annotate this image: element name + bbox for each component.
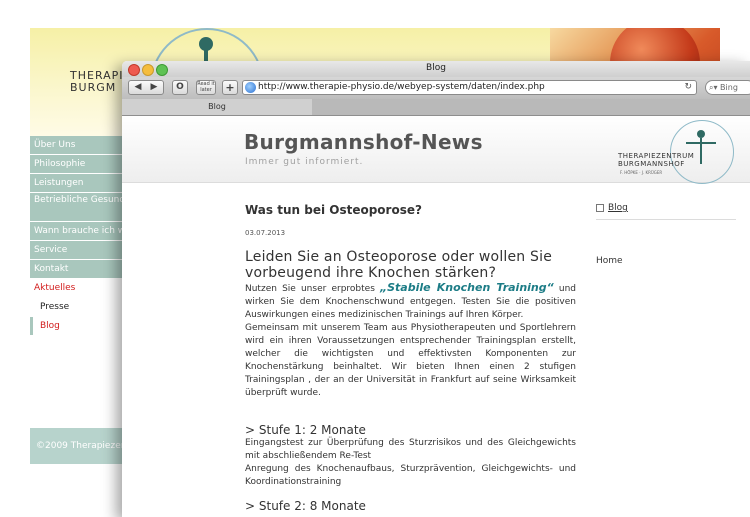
logo-figure-icon (199, 37, 213, 51)
url-text[interactable]: http://www.therapie-physio.de/webyep-sys… (258, 81, 545, 94)
globe-icon (245, 82, 256, 93)
site-title[interactable]: Burgmannshof-News (244, 130, 483, 154)
blog-article: Was tun bei Osteoporose? 03.07.2013 Leid… (245, 203, 576, 513)
sidebar-home-link[interactable]: Home (596, 256, 736, 266)
post-paragraph-1: Nutzen Sie unser erprobtes „Stabile Knoc… (245, 281, 576, 322)
title-bar[interactable]: Blog (122, 61, 750, 77)
stage-1-text-1: Eingangstest zur Überprüfung des Sturzri… (245, 438, 576, 461)
forward-arrow-icon[interactable]: ▶ (146, 81, 162, 94)
tab-blog[interactable]: Blog (122, 99, 312, 115)
stage-2-title: > Stufe 2: 8 Monate (245, 499, 366, 513)
browser-toolbar: ◀ ▶ O Read it later + http://www.therapie… (122, 77, 750, 99)
search-icon: ⌕▾ (709, 83, 721, 92)
minus-box-icon[interactable] (596, 203, 604, 212)
logo-figure-arms (686, 142, 716, 144)
logo-text: THERAPIEZENTRUM BURGMANNSHOF (618, 152, 694, 168)
browser-window: Blog ◀ ▶ O Read it later + http://www.the… (122, 61, 750, 517)
address-bar[interactable]: http://www.therapie-physio.de/webyep-sys… (242, 80, 697, 95)
opera-icon[interactable]: O (172, 80, 188, 95)
nav-item-gesundheitsfoerderung[interactable]: Betriebliche Gesundheitsförderung (30, 193, 122, 221)
logo-figure-icon (697, 130, 705, 138)
nav-item-kontakt[interactable]: Kontakt (30, 260, 122, 278)
nav-item-aktuelles[interactable]: Aktuelles (30, 279, 122, 297)
back-arrow-icon[interactable]: ◀ (130, 81, 146, 94)
sidebar-blog[interactable]: Blog (596, 203, 736, 220)
subnav-item-presse[interactable]: Presse (30, 298, 122, 316)
sidebar-blog-link[interactable]: Blog (608, 203, 628, 213)
background-footer: ©2009 Therapiezentrum (30, 428, 122, 464)
reload-icon[interactable]: ↻ (684, 81, 692, 94)
window-title: Blog (426, 63, 446, 73)
search-placeholder: Bing (720, 83, 738, 92)
nav-item-service[interactable]: Service (30, 241, 122, 259)
post-highlight: „Stabile Knochen Training“ (380, 281, 554, 294)
read-it-later-button[interactable]: Read it later (196, 80, 216, 95)
blog-sidebar: Blog Home (596, 203, 736, 266)
post-text: Nutzen Sie unser erprobtes (245, 284, 381, 294)
post-date: 03.07.2013 (245, 229, 286, 237)
add-bookmark-button[interactable]: + (222, 80, 238, 95)
background-nav: Über Uns Philosophie Leistungen Betriebl… (30, 136, 122, 336)
post-lead: Leiden Sie an Osteoporose oder wollen Si… (245, 249, 553, 281)
nav-item-philosophie[interactable]: Philosophie (30, 155, 122, 173)
stage-1-title: > Stufe 1: 2 Monate (245, 423, 366, 437)
search-field[interactable]: ⌕▾ Bing (705, 80, 750, 95)
nav-item-wann-brauche-ich-was[interactable]: Wann brauche ich was (30, 222, 122, 240)
nav-item-ueber-uns[interactable]: Über Uns (30, 136, 122, 154)
logo-text-line2: BURGMANNSHOF (618, 160, 685, 168)
post-paragraph-2: Gemeinsam mit unserem Team aus Physiothe… (245, 323, 576, 398)
tab-bar: Blog (122, 99, 750, 116)
page-content: Burgmannshof-News Immer gut informiert. … (122, 116, 750, 517)
logo-text-line1: THERAPIEZENTRUM (618, 152, 695, 160)
subnav-item-blog[interactable]: Blog (30, 317, 122, 335)
stage-1-text-2: Anregung des Knochenaufbaus, Sturzpräven… (245, 464, 576, 487)
news-header: Burgmannshof-News Immer gut informiert. … (122, 116, 750, 184)
logo-names: F. HÖPKE · J. KRÜGER (620, 170, 663, 175)
site-subtitle: Immer gut informiert. (245, 157, 364, 167)
therapiezentrum-logo: THERAPIEZENTRUM BURGMANNSHOF F. HÖPKE · … (618, 120, 736, 184)
post-title[interactable]: Was tun bei Osteoporose? (245, 203, 576, 217)
nav-item-leistungen[interactable]: Leistungen (30, 174, 122, 192)
back-forward-buttons[interactable]: ◀ ▶ (128, 80, 164, 95)
